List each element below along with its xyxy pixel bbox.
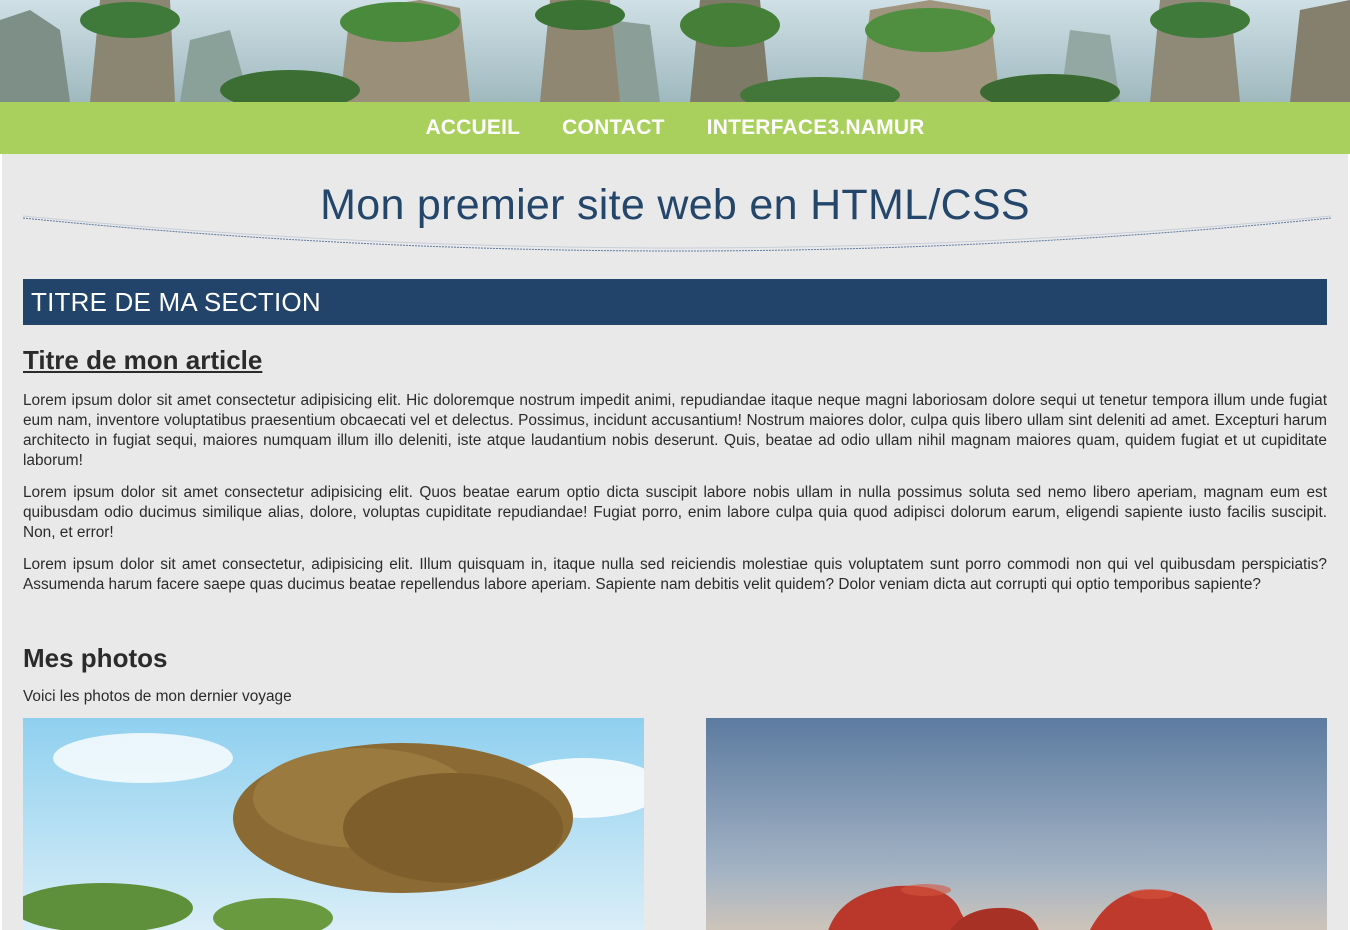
article-title: Titre de mon article <box>23 345 263 375</box>
photo-red-rocks[interactable] <box>706 718 1327 930</box>
nav-link-interface3-namur[interactable]: INTERFACE3.NAMUR <box>686 102 946 154</box>
article-paragraph: Lorem ipsum dolor sit amet consectetur, … <box>23 556 1327 593</box>
section-heading: TITRE DE MA SECTION <box>23 279 1327 325</box>
header-banner-image <box>0 0 1350 102</box>
photo-gallery <box>23 718 1327 930</box>
article-paragraph: Lorem ipsum dolor sit amet consectetur a… <box>23 484 1327 541</box>
main-content: Mon premier site web en HTML/CSS TITRE D… <box>2 154 1348 930</box>
nav-link-contact[interactable]: CONTACT <box>541 102 686 154</box>
main-nav: ACCUEIL CONTACT INTERFACE3.NAMUR <box>0 102 1350 154</box>
page-header: Mon premier site web en HTML/CSS <box>23 154 1331 279</box>
photo-tree[interactable] <box>23 718 644 930</box>
photos-subtitle: Voici les photos de mon dernier voyage <box>23 688 292 705</box>
article-paragraph: Lorem ipsum dolor sit amet consectetur a… <box>23 392 1327 469</box>
nav-link-accueil[interactable]: ACCUEIL <box>404 102 541 154</box>
photos-title: Mes photos <box>23 643 168 673</box>
title-underline-curve <box>23 215 1331 252</box>
